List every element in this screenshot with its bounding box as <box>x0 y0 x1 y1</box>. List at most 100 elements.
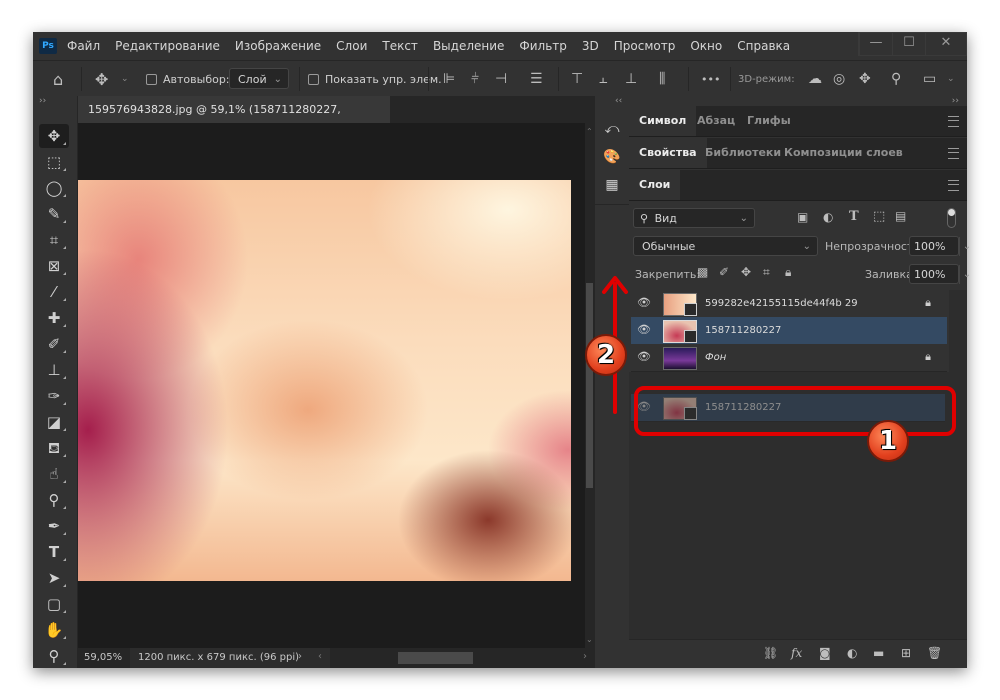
scroll-up-icon[interactable]: ⌃ <box>586 127 593 136</box>
history-panel-icon[interactable]: ⤺ <box>603 120 621 138</box>
status-menu-chevron-icon[interactable]: › <box>298 651 302 662</box>
eraser-tool-icon[interactable]: ◪ <box>39 410 69 434</box>
canvas-area[interactable] <box>78 123 585 648</box>
eyedropper-tool-icon[interactable]: ⁄ <box>39 280 69 304</box>
home-icon[interactable]: ⌂ <box>53 61 63 97</box>
align-bottom-icon[interactable]: ⊥ <box>625 61 637 97</box>
collapse-panels-icon[interactable]: ‹‹ <box>615 96 622 106</box>
new-group-icon[interactable]: ▬ <box>873 646 884 660</box>
lock-artboard-icon[interactable]: ⌗ <box>763 265 770 280</box>
align-hcenter-icon[interactable]: ⫩ <box>471 61 479 97</box>
menu-image[interactable]: Изображение <box>235 39 321 53</box>
scroll-down-icon[interactable]: ⌄ <box>586 635 593 644</box>
path-selection-tool-icon[interactable]: ➤ <box>39 566 69 590</box>
layer-row-selected[interactable]: 👁︎ 158711280227 <box>631 317 947 345</box>
document-image[interactable] <box>78 180 571 581</box>
filter-shape-icon[interactable]: ⬚ <box>873 209 885 224</box>
checkbox-box[interactable] <box>308 73 319 85</box>
show-transform-checkbox[interactable]: Показать упр. элем. <box>308 61 442 97</box>
menu-type[interactable]: Текст <box>382 39 418 53</box>
workspace-icon[interactable]: ▭ <box>923 61 936 97</box>
menu-window[interactable]: Окно <box>690 39 722 53</box>
zoom-tool-icon[interactable]: ⚲ <box>39 644 69 668</box>
paint-bucket-tool-icon[interactable]: ⛾ <box>39 436 69 460</box>
menu-edit[interactable]: Редактирование <box>115 39 220 53</box>
autoselect-target-dropdown[interactable]: Слой ⌄ <box>229 68 289 89</box>
vertical-scroll-thumb[interactable] <box>586 283 593 488</box>
menu-select[interactable]: Выделение <box>433 39 504 53</box>
chevron-down-icon[interactable]: ⌄ <box>959 265 974 284</box>
filter-smart-object-icon[interactable]: ▤ <box>895 209 906 223</box>
rectangle-tool-icon[interactable]: ▢ <box>39 592 69 616</box>
blend-mode-dropdown[interactable]: Обычные ⌄ <box>633 236 818 256</box>
fx-icon[interactable]: fx <box>791 646 802 660</box>
align-vcenter-icon[interactable]: ⫠ <box>599 61 607 97</box>
expand-panels-icon[interactable]: ›› <box>952 96 959 106</box>
lock-all-icon[interactable]: 🔒︎ <box>785 265 791 280</box>
scroll-right-icon[interactable]: › <box>583 651 587 662</box>
filter-type-icon[interactable]: T <box>849 209 859 224</box>
chevron-down-icon[interactable]: ⌄ <box>947 61 955 97</box>
chevron-down-icon[interactable]: ⌄ <box>959 237 974 256</box>
delete-layer-icon[interactable]: 🗑︎ <box>927 646 942 660</box>
opacity-input[interactable]: 100% ⌄ <box>909 236 971 256</box>
chevron-down-icon[interactable]: ⌄ <box>121 61 129 97</box>
menu-help[interactable]: Справка <box>737 39 790 53</box>
quick-selection-tool-icon[interactable]: ✎ <box>39 202 69 226</box>
menu-layers[interactable]: Слои <box>336 39 367 53</box>
layer-row[interactable]: 👁︎ Фон 🔒︎ <box>631 344 947 372</box>
smudge-tool-icon[interactable]: ☝ <box>39 462 69 486</box>
eye-icon[interactable]: 👁︎ <box>637 323 651 337</box>
crop-tool-icon[interactable]: ⌗ <box>39 228 69 252</box>
marquee-tool-icon[interactable]: ⬚ <box>39 150 69 174</box>
tab-glyphs[interactable]: Глифы <box>737 106 801 136</box>
new-layer-icon[interactable]: ⊞ <box>901 646 911 660</box>
filter-toggle[interactable] <box>947 208 956 228</box>
horizontal-scroll-thumb[interactable] <box>398 652 473 664</box>
align-left-icon[interactable]: ⊫ <box>443 61 455 97</box>
autoselect-checkbox[interactable]: Автовыбор: <box>146 61 230 97</box>
tab-layer-comps[interactable]: Композиции слоев <box>774 138 913 168</box>
frame-tool-icon[interactable]: ⊠ <box>39 254 69 278</box>
link-layers-icon[interactable]: ⛓ <box>763 646 778 660</box>
zoom-icon[interactable]: ⚲ <box>891 61 901 97</box>
lock-position-icon[interactable]: ✥ <box>741 265 751 279</box>
3d-orbit-icon[interactable]: ☁ <box>808 61 822 97</box>
lasso-tool-icon[interactable]: ◯ <box>39 176 69 200</box>
align-top-icon[interactable]: ⊤ <box>571 61 583 97</box>
menu-view[interactable]: Просмотр <box>614 39 676 53</box>
panel-menu-icon[interactable] <box>948 116 959 127</box>
eye-icon[interactable]: 👁︎ <box>637 296 651 310</box>
scroll-left-icon[interactable]: ‹ <box>318 651 322 662</box>
filter-adjustment-icon[interactable]: ◐ <box>823 210 833 224</box>
close-button[interactable]: ✕ <box>925 33 966 55</box>
document-tab[interactable]: 159576943828.jpg @ 59,1% (158711280227, … <box>78 96 390 143</box>
3d-pan-icon[interactable]: ✥ <box>859 61 871 97</box>
fill-input[interactable]: 100% ⌄ <box>909 264 971 284</box>
checkbox-box[interactable] <box>146 73 157 85</box>
layer-name[interactable]: 599282e42155115de44f4b 29 <box>705 290 858 317</box>
vertical-scrollbar[interactable]: ⌃ ⌄ <box>585 123 594 648</box>
healing-brush-tool-icon[interactable]: ✚ <box>39 306 69 330</box>
move-tool-icon[interactable]: ✥ <box>39 124 69 148</box>
move-tool-icon[interactable]: ✥ <box>95 61 108 97</box>
brush-tool-icon[interactable]: ✐ <box>39 332 69 356</box>
grid-panel-icon[interactable]: ▦ <box>603 176 621 194</box>
more-options-icon[interactable]: ••• <box>701 61 720 97</box>
clone-stamp-tool-icon[interactable]: ⊥ <box>39 358 69 382</box>
zoom-level[interactable]: 59,05% <box>84 652 122 663</box>
panel-menu-icon[interactable] <box>948 180 959 191</box>
adjustment-layer-icon[interactable]: ◐ <box>847 646 857 660</box>
menu-file[interactable]: Файл <box>67 39 100 53</box>
dodge-tool-icon[interactable]: ⚲ <box>39 488 69 512</box>
expand-toolbox-icon[interactable]: ›› <box>39 96 46 106</box>
panel-menu-icon[interactable] <box>948 148 959 159</box>
eye-icon[interactable]: 👁︎ <box>637 350 651 364</box>
layer-filter-dropdown[interactable]: ⚲ Вид ⌄ <box>633 208 755 228</box>
layer-row[interactable]: 👁︎ 599282e42155115de44f4b 29 🔒︎ <box>631 290 947 318</box>
3d-roll-icon[interactable]: ◎ <box>833 61 845 97</box>
distribute-vertical-icon[interactable]: ☰ <box>530 61 543 97</box>
minimize-button[interactable]: — <box>859 33 892 55</box>
type-tool-icon[interactable]: T <box>39 540 69 564</box>
layer-name[interactable]: Фон <box>705 344 726 371</box>
